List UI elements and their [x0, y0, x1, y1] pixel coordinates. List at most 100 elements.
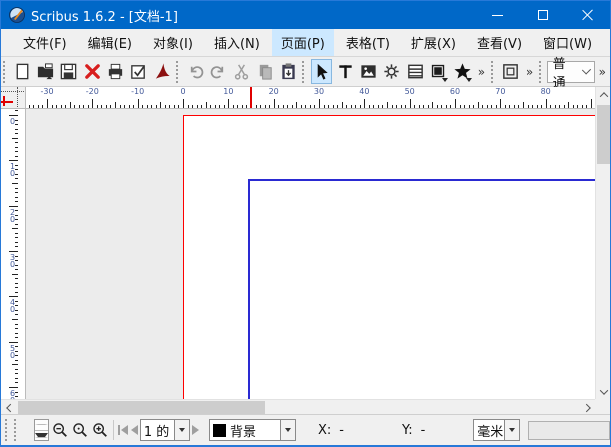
ruler-label: 60	[10, 390, 18, 399]
zoom-in-button[interactable]	[91, 420, 109, 441]
y-position-value: -	[421, 423, 426, 438]
zoom-spin-up-button[interactable]	[35, 420, 48, 431]
scroll-right-button[interactable]	[580, 400, 595, 415]
cut-button[interactable]	[231, 59, 252, 84]
pdf-push-button-tool[interactable]	[499, 59, 520, 84]
tools-overflow-button[interactable]: »	[474, 65, 489, 79]
margin-guide-horizontal	[248, 179, 595, 181]
menu-item[interactable]: 表格(T)	[337, 29, 399, 56]
menu-item[interactable]: 文件(F)	[14, 29, 76, 56]
ruler-tick	[15, 283, 19, 284]
new-document-button[interactable]	[11, 59, 32, 84]
layer-selector-combo[interactable]: 背景	[209, 419, 296, 441]
toolbar-grip[interactable]	[176, 61, 181, 83]
scroll-down-button[interactable]	[596, 384, 611, 399]
zoom-level-spinner[interactable]	[34, 419, 49, 441]
previous-page-button[interactable]	[129, 420, 140, 440]
menu-item[interactable]: 页面(P)	[272, 29, 334, 56]
copy-button[interactable]	[255, 59, 276, 84]
chevron-right-icon	[582, 403, 590, 411]
menu-item[interactable]: 插入(N)	[205, 29, 269, 56]
layer-name: 背景	[230, 421, 256, 440]
save-as-pdf-button[interactable]	[152, 59, 173, 84]
save-icon	[59, 62, 78, 81]
title-bar[interactable]: Scribus 1.6.2 - [文档-1]	[1, 1, 610, 29]
ruler-tick	[178, 105, 179, 109]
pdf-push-button-icon	[501, 62, 520, 81]
next-page-button[interactable]	[190, 420, 201, 440]
page-selector-combo[interactable]: 1 的	[140, 419, 190, 441]
toolbar-overflow-button[interactable]: »	[595, 65, 610, 79]
open-document-button[interactable]	[35, 59, 56, 84]
ruler-tick	[369, 105, 370, 109]
ruler-tick	[310, 105, 311, 109]
vertical-ruler[interactable]: 0102030405060	[1, 109, 26, 399]
scroll-up-button[interactable]	[596, 87, 611, 102]
insert-polygon-tool[interactable]	[451, 59, 472, 84]
menu-item[interactable]: 对象(I)	[144, 29, 202, 56]
ruler-tick	[292, 105, 293, 109]
pdf-tools-overflow-button[interactable]: »	[522, 65, 537, 79]
close-button[interactable]	[565, 1, 610, 29]
unit-selector-combo[interactable]: 毫米	[473, 419, 520, 441]
zoom-out-button[interactable]	[51, 420, 69, 441]
ruler-tick	[373, 105, 374, 109]
menu-item[interactable]: 查看(V)	[468, 29, 531, 56]
ruler-tick	[15, 292, 19, 293]
ruler-tick	[15, 337, 19, 338]
toolbar-grip[interactable]	[491, 61, 496, 83]
toolbar: » » 普通 »	[1, 57, 610, 87]
preflight-verifier-button[interactable]	[128, 59, 149, 84]
redo-button[interactable]	[208, 59, 229, 84]
statusbar-grip[interactable]	[5, 419, 10, 441]
toolbar-grip[interactable]	[539, 61, 544, 83]
ruler-tick	[9, 206, 18, 207]
layer-dropdown-button[interactable]	[280, 420, 295, 440]
insert-table-tool[interactable]	[405, 59, 426, 84]
ruler-label: -30	[40, 87, 53, 96]
statusbar-grip[interactable]	[14, 419, 19, 441]
ruler-label: 30	[10, 254, 18, 268]
menu-item[interactable]: 扩展(X)	[402, 29, 465, 56]
image-preview-quality-combo[interactable]: 普通	[547, 61, 595, 83]
zoom-default-button[interactable]	[71, 420, 89, 441]
page-selector-value: 1 的	[141, 420, 174, 440]
ruler-origin-widget[interactable]	[1, 87, 26, 109]
first-page-button[interactable]	[118, 420, 129, 440]
toolbar-grip[interactable]	[302, 61, 307, 83]
select-item-tool[interactable]	[311, 59, 333, 84]
vertical-scrollbar[interactable]	[595, 87, 610, 399]
toolbar-grip[interactable]	[3, 61, 8, 83]
close-document-button[interactable]	[82, 59, 103, 84]
insert-image-frame-tool[interactable]	[358, 59, 379, 84]
horizontal-scrollbar-thumb[interactable]	[18, 401, 265, 414]
maximize-button[interactable]	[520, 1, 565, 29]
undo-button[interactable]	[184, 59, 205, 84]
page-selector-dropdown-button[interactable]	[174, 420, 189, 440]
unit-dropdown-button[interactable]	[504, 420, 519, 440]
menu-items: 文件(F)编辑(E)对象(I)插入(N)页面(P)表格(T)扩展(X)查看(V)…	[14, 29, 604, 56]
menu-overflow-button[interactable]: »	[604, 35, 611, 50]
vertical-scrollbar-thumb[interactable]	[597, 105, 610, 164]
insert-render-frame-tool[interactable]	[381, 59, 402, 84]
ruler-tick	[441, 105, 442, 109]
ruler-tick	[101, 105, 102, 109]
minimize-button[interactable]	[475, 1, 520, 29]
zoom-spin-down-button[interactable]	[35, 431, 48, 441]
insert-text-frame-tool[interactable]	[334, 59, 355, 84]
ruler-tick	[15, 314, 19, 315]
insert-shape-tool[interactable]	[428, 59, 449, 84]
save-button[interactable]	[58, 59, 79, 84]
horizontal-scrollbar[interactable]	[1, 399, 595, 414]
open-icon	[36, 62, 55, 81]
paste-button[interactable]	[278, 59, 299, 84]
document-canvas[interactable]	[26, 109, 595, 399]
horizontal-ruler[interactable]: -30-20-1001020304050607080	[26, 87, 595, 109]
ruler-tick	[364, 99, 365, 108]
ruler-tick	[210, 105, 211, 109]
menu-item[interactable]: 编辑(E)	[79, 29, 141, 56]
ruler-tick	[450, 105, 451, 109]
scroll-left-button[interactable]	[1, 400, 16, 415]
print-button[interactable]	[105, 59, 126, 84]
ruler-tick	[83, 105, 84, 109]
